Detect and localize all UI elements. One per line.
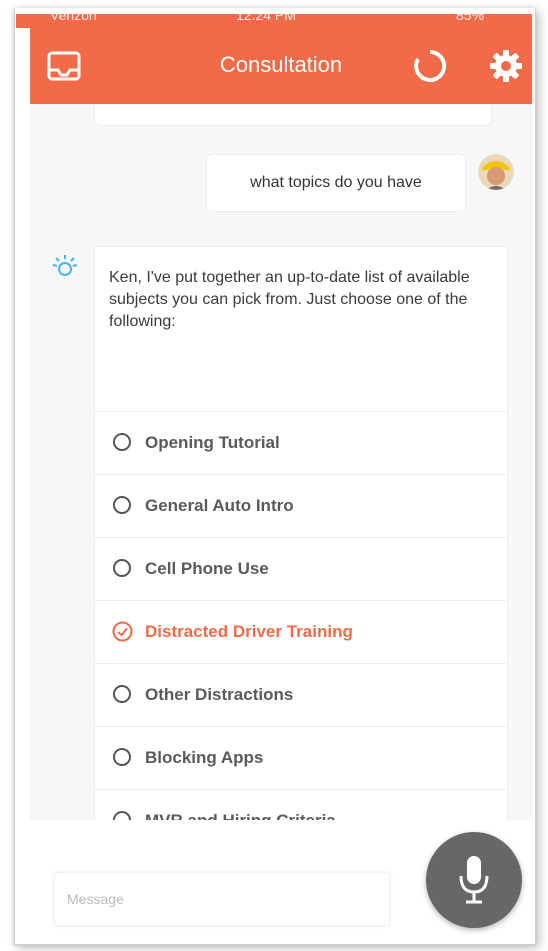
option-label: Blocking Apps — [145, 748, 264, 767]
composer-bar — [30, 820, 532, 944]
chat-area[interactable]: what topics do you have Ken, I've put to… — [30, 104, 532, 820]
option-label: General Auto Intro — [145, 496, 294, 515]
option-label: Opening Tutorial — [145, 433, 280, 452]
radio-icon — [113, 748, 131, 766]
option-distracted-driver-training[interactable]: Distracted Driver Training — [95, 600, 507, 663]
battery-label: 85% — [456, 14, 485, 23]
option-blocking-apps[interactable]: Blocking Apps — [95, 726, 507, 789]
topic-options-list: Opening Tutorial General Auto Intro Cell… — [95, 411, 507, 820]
previous-message-bubble — [94, 104, 492, 126]
option-general-auto-intro[interactable]: General Auto Intro — [95, 474, 507, 537]
radio-icon — [113, 811, 131, 820]
carrier-label: Verizon — [50, 14, 97, 23]
radio-icon — [113, 685, 131, 703]
microphone-icon — [458, 854, 490, 911]
radio-icon — [113, 433, 131, 451]
option-mvr-and-hiring-criteria[interactable]: MVR and Hiring Criteria — [95, 789, 507, 820]
app-header: Consultation — [30, 28, 532, 104]
option-label: MVR and Hiring Criteria — [145, 811, 336, 820]
bot-message-text: Ken, I've put together an up-to-date lis… — [109, 269, 470, 330]
option-label: Other Distractions — [145, 685, 294, 704]
option-label: Cell Phone Use — [145, 559, 269, 578]
option-other-distractions[interactable]: Other Distractions — [95, 663, 507, 726]
gear-icon[interactable] — [488, 48, 524, 84]
user-message-text: what topics do you have — [250, 174, 422, 191]
user-message-bubble: what topics do you have — [206, 154, 466, 212]
user-avatar — [478, 154, 514, 190]
mic-button[interactable] — [426, 832, 522, 928]
option-opening-tutorial[interactable]: Opening Tutorial — [95, 411, 507, 474]
page-title: Consultation — [219, 52, 343, 77]
watson-bot-icon — [50, 252, 78, 280]
option-label: Distracted Driver Training — [145, 622, 353, 641]
check-circle-icon — [112, 621, 133, 642]
bot-message-card: Ken, I've put together an up-to-date lis… — [94, 246, 508, 820]
radio-icon — [113, 559, 131, 577]
radio-icon — [113, 496, 131, 514]
option-cell-phone-use[interactable]: Cell Phone Use — [95, 537, 507, 600]
message-input[interactable] — [54, 872, 390, 926]
clock-label: 12:24 PM — [236, 14, 296, 23]
status-bar: Verizon 12:24 PM 85% — [16, 14, 532, 28]
refresh-icon[interactable] — [412, 48, 448, 84]
